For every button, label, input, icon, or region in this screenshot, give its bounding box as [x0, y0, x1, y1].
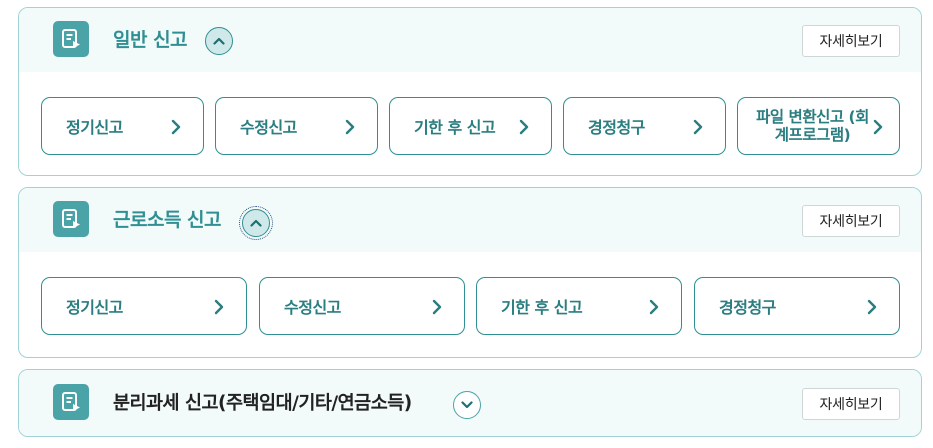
details-button[interactable]: 자세히보기	[802, 205, 900, 237]
details-button[interactable]: 자세히보기	[802, 25, 900, 57]
file-conversion-filing-button[interactable]: 파일 변환신고 (회계프로그램)	[737, 97, 900, 155]
section-header: 분리과세 신고(주택임대/기타/연금소득) 자세히보기	[19, 370, 921, 436]
section-earned-income-filing: 근로소득 신고 자세히보기 정기신고 수정신고 기한 후 신고 경정청구	[18, 187, 922, 358]
regular-filing-button[interactable]: 정기신고	[41, 97, 204, 155]
chevron-up-icon	[250, 219, 262, 227]
section-title: 분리과세 신고(주택임대/기타/연금소득)	[113, 393, 412, 414]
option-label: 정기신고	[66, 118, 123, 137]
regular-filing-button[interactable]: 정기신고	[41, 277, 247, 335]
chevron-right-icon	[693, 119, 703, 135]
section-title: 일반 신고	[113, 29, 188, 51]
chevron-right-icon	[873, 119, 883, 135]
chevron-right-icon	[867, 299, 877, 315]
correction-claim-button[interactable]: 경정청구	[563, 97, 726, 155]
document-icon	[53, 201, 89, 237]
chevron-down-icon	[461, 401, 473, 409]
document-icon	[53, 384, 89, 420]
option-label: 경정청구	[588, 118, 645, 137]
section-title: 근로소득 신고	[113, 209, 222, 231]
chevron-right-icon	[171, 119, 181, 135]
section-header: 일반 신고 자세히보기	[19, 8, 921, 72]
amended-filing-button[interactable]: 수정신고	[215, 97, 378, 155]
option-label: 기한 후 신고	[501, 298, 583, 317]
document-icon	[53, 21, 89, 57]
details-button[interactable]: 자세히보기	[802, 388, 900, 420]
chevron-right-icon	[432, 299, 442, 315]
option-label: 기한 후 신고	[414, 118, 496, 137]
late-filing-button[interactable]: 기한 후 신고	[389, 97, 552, 155]
option-label: 경정청구	[719, 298, 776, 317]
chevron-right-icon	[519, 119, 529, 135]
expand-toggle-button[interactable]	[453, 391, 481, 419]
section-separate-taxation-filing: 분리과세 신고(주택임대/기타/연금소득) 자세히보기	[18, 369, 922, 437]
collapse-toggle-button[interactable]	[239, 206, 273, 240]
amended-filing-button[interactable]: 수정신고	[259, 277, 465, 335]
chevron-right-icon	[649, 299, 659, 315]
option-label: 수정신고	[284, 298, 341, 317]
option-label: 파일 변환신고 (회계프로그램)	[756, 108, 869, 144]
chevron-up-icon	[213, 37, 225, 45]
late-filing-button[interactable]: 기한 후 신고	[476, 277, 682, 335]
section-general-filing: 일반 신고 자세히보기 정기신고 수정신고 기한 후 신고 경정청구 파일 변환…	[18, 7, 922, 176]
section-header: 근로소득 신고 자세히보기	[19, 188, 921, 252]
option-label: 정기신고	[66, 298, 123, 317]
collapse-toggle-button[interactable]	[205, 27, 233, 55]
chevron-right-icon	[214, 299, 224, 315]
chevron-right-icon	[345, 119, 355, 135]
option-label: 수정신고	[240, 118, 297, 137]
correction-claim-button[interactable]: 경정청구	[694, 277, 900, 335]
